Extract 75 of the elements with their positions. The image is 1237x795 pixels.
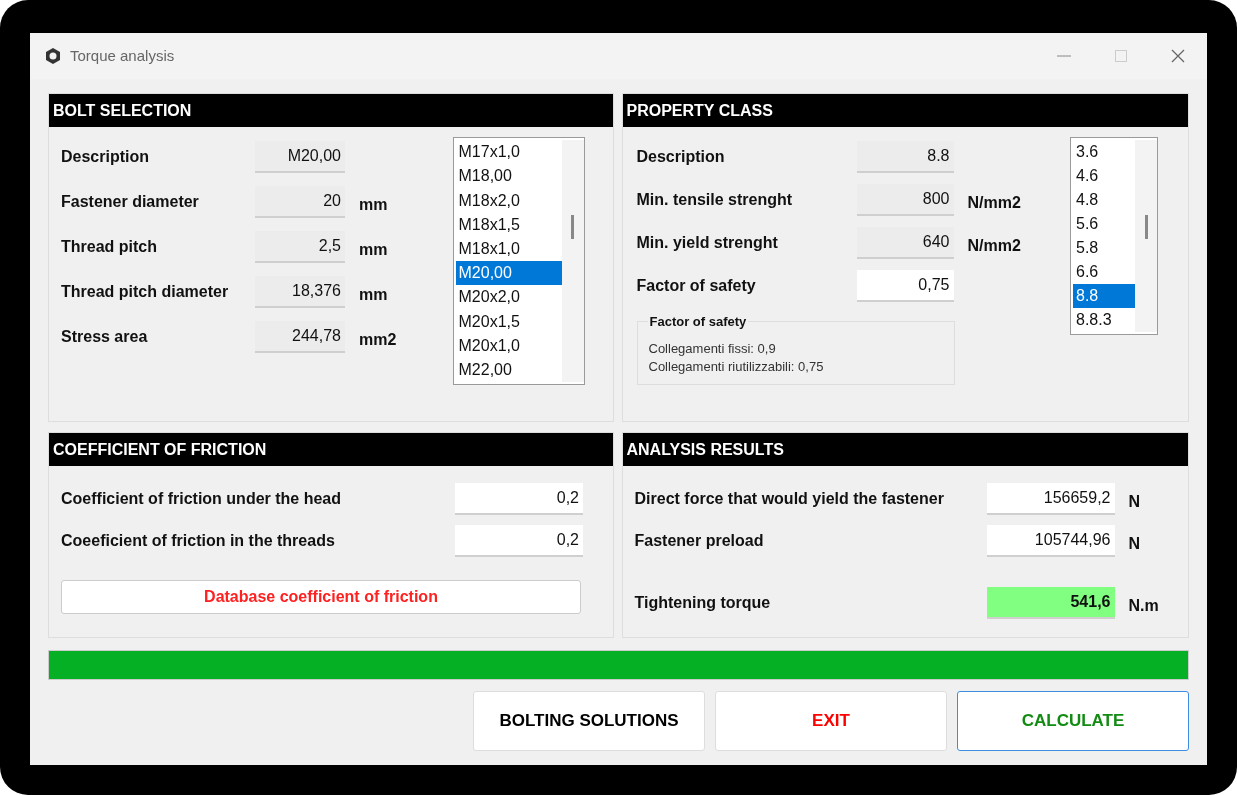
field-label: Description bbox=[61, 147, 150, 167]
list-item[interactable]: 6.6 bbox=[1073, 260, 1135, 284]
field-label: Direct force that would yield the fastener bbox=[634, 489, 945, 509]
list-item[interactable]: M20x2,0 bbox=[455, 285, 562, 310]
field-label: Fastener diameter bbox=[61, 192, 200, 212]
list-item[interactable]: M22,00 bbox=[455, 357, 562, 383]
input-field[interactable]: 244,78 bbox=[255, 321, 345, 353]
list-item[interactable]: M18x1,5 bbox=[455, 212, 562, 237]
scrollbar-track[interactable] bbox=[561, 140, 584, 382]
info-text: Collegamenti riutilizzabili: 0,75 bbox=[648, 358, 825, 376]
hexagon-logo-icon bbox=[44, 47, 62, 65]
list-item[interactable]: 8.8 bbox=[1073, 284, 1135, 308]
field-label: Description bbox=[636, 147, 726, 167]
section-header: COEFFICIENT OF FRICTION bbox=[49, 433, 613, 466]
unit-label: mm bbox=[359, 195, 388, 215]
input-field[interactable]: 18,376 bbox=[255, 276, 345, 308]
list-item[interactable]: M18,00 bbox=[455, 164, 562, 189]
field-label: Min. tensile strenght bbox=[636, 190, 794, 210]
database-button[interactable]: Database coefficient of friction bbox=[61, 580, 581, 614]
field-label: Thread pitch diameter bbox=[61, 282, 230, 302]
unit-label: N.m bbox=[1128, 596, 1159, 616]
input-field[interactable]: 541,6 bbox=[986, 587, 1115, 619]
close-icon[interactable] bbox=[1171, 49, 1185, 63]
list-box[interactable]: 3.6 4.6 4.8 5.6 5.8 6.6 8.8 8.8.3 bbox=[1070, 137, 1158, 335]
unit-label: N/mm2 bbox=[967, 236, 1021, 256]
list-item[interactable]: M18x2,0 bbox=[455, 188, 562, 213]
input-field[interactable]: 2,5 bbox=[255, 231, 345, 263]
maximize-icon[interactable] bbox=[1115, 50, 1127, 62]
scrollbar-thumb[interactable] bbox=[1144, 215, 1148, 239]
field-label: Coefficient of friction under the head bbox=[61, 489, 342, 509]
input-field[interactable]: 105744,96 bbox=[986, 525, 1115, 557]
input-field[interactable]: 0,2 bbox=[455, 525, 583, 557]
field-label: Thread pitch bbox=[61, 237, 158, 257]
list-item[interactable]: M18x1,0 bbox=[455, 236, 562, 261]
list-box[interactable]: M17x1,0 M18,00 M18x2,0 M18x1,5 M18x1,0 M20,00 M20x2,0 M20x1,5 M20x1,0 M22,00 bbox=[452, 137, 585, 385]
field-label: Factor of safety bbox=[636, 276, 757, 296]
list-item[interactable]: M17x1,0 bbox=[455, 140, 562, 165]
unit-label: N/mm2 bbox=[967, 193, 1021, 213]
unit-label: N bbox=[1128, 492, 1141, 512]
field-label: Tightening torque bbox=[634, 593, 772, 613]
action-button[interactable]: BOLTING SOLUTIONS bbox=[473, 691, 705, 751]
input-field[interactable]: 20 bbox=[255, 186, 345, 218]
field-label: Fastener preload bbox=[634, 531, 765, 551]
unit-label: mm bbox=[359, 240, 388, 260]
window-title: Torque analysis bbox=[70, 45, 175, 66]
info-text: Collegamenti fissi: 0,9 bbox=[648, 340, 777, 358]
input-field[interactable]: 8.8 bbox=[856, 141, 954, 173]
action-button[interactable]: EXIT bbox=[715, 691, 947, 751]
field-label: Stress area bbox=[61, 327, 149, 347]
section-header: ANALYSIS RESULTS bbox=[622, 433, 1188, 466]
input-field[interactable]: M20,00 bbox=[255, 141, 345, 173]
input-field[interactable]: 0,75 bbox=[856, 270, 954, 302]
list-item[interactable]: 8.8.3 bbox=[1073, 308, 1135, 332]
unit-label: mm2 bbox=[359, 330, 397, 350]
section-header: BOLT SELECTION bbox=[49, 94, 613, 127]
list-item[interactable]: M20x1,0 bbox=[455, 333, 562, 358]
unit-label: N bbox=[1128, 534, 1141, 554]
list-item[interactable]: 4.6 bbox=[1073, 164, 1135, 188]
unit-label: mm bbox=[359, 285, 388, 305]
input-field[interactable]: 640 bbox=[856, 227, 954, 259]
scrollbar-track[interactable] bbox=[1135, 140, 1157, 332]
list-item[interactable]: M20,00 bbox=[455, 261, 562, 286]
input-field[interactable]: 0,2 bbox=[455, 483, 583, 515]
scrollbar-thumb[interactable] bbox=[571, 215, 574, 239]
action-button[interactable]: CALCULATE bbox=[957, 691, 1189, 751]
input-field[interactable]: 156659,2 bbox=[986, 483, 1115, 515]
input-field[interactable]: 800 bbox=[856, 184, 954, 216]
field-label: Min. yield strenght bbox=[636, 233, 779, 253]
list-item[interactable]: 5.8 bbox=[1073, 236, 1135, 260]
list-item[interactable]: 3.6 bbox=[1073, 140, 1135, 164]
section-header: PROPERTY CLASS bbox=[622, 94, 1188, 127]
list-item[interactable]: M20x1,5 bbox=[455, 309, 562, 334]
list-item[interactable]: 5.6 bbox=[1073, 212, 1135, 236]
field-label: Coeeficient of friction in the threads bbox=[61, 531, 336, 551]
list-item[interactable]: 4.8 bbox=[1073, 188, 1135, 212]
